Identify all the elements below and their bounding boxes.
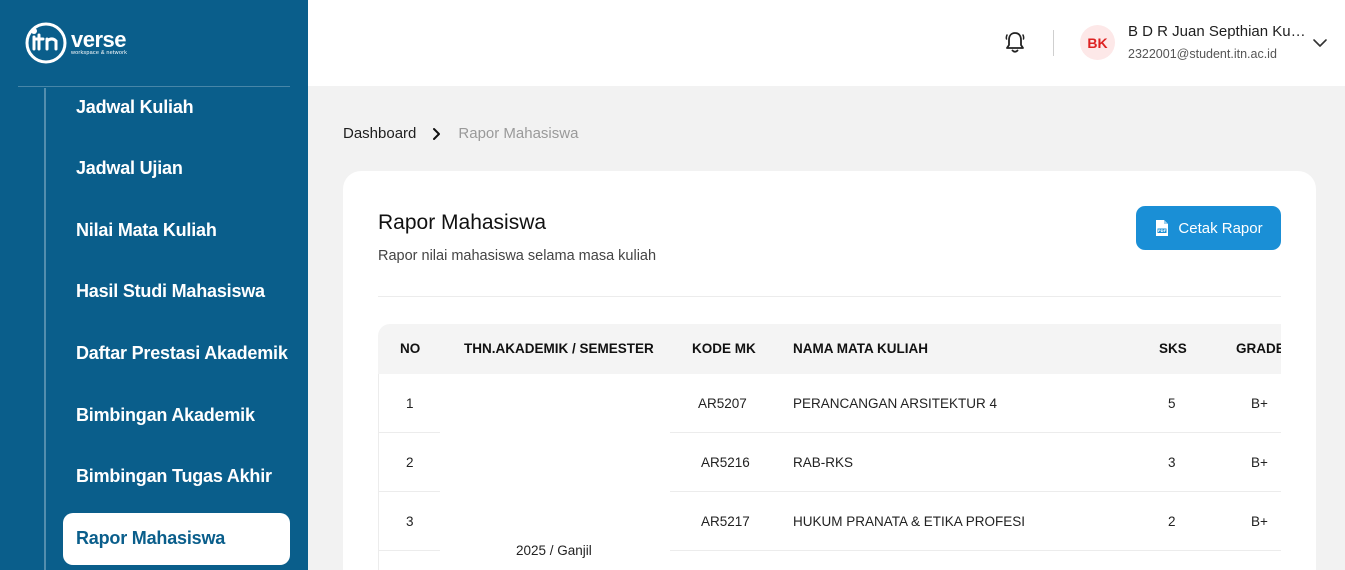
- sidebar-item-hasil-studi[interactable]: Hasil Studi Mahasiswa: [76, 281, 265, 302]
- cell-no: 1: [406, 396, 414, 411]
- cell-sks: 5: [1168, 396, 1176, 411]
- sidebar-rail: [44, 88, 46, 570]
- sidebar-item-nilai-mata-kuliah[interactable]: Nilai Mata Kuliah: [76, 220, 217, 241]
- brand-logo[interactable]: verse workspace & network: [25, 22, 127, 64]
- col-header-semester: THN.AKADEMIK / SEMESTER: [464, 341, 654, 356]
- itn-logo-icon: [25, 22, 67, 64]
- cell-nama: PERANCANGAN ARSITEKTUR 4: [793, 396, 998, 411]
- card-divider: [378, 296, 1281, 297]
- col-header-kode: KODE MK: [692, 341, 756, 356]
- cell-kode: AR5217: [701, 514, 750, 529]
- page-subtitle: Rapor nilai mahasiswa selama masa kuliah: [378, 248, 657, 264]
- top-header: BK B D R Juan Septhian Kur... 2322001@st…: [308, 0, 1345, 86]
- table-header: NO THN.AKADEMIK / SEMESTER KODE MK NAMA …: [378, 324, 1281, 374]
- cell-no: 3: [406, 514, 414, 529]
- col-header-sks: SKS: [1159, 341, 1187, 356]
- cell-semester: 2025 / Ganjil: [516, 543, 592, 558]
- cetak-rapor-button[interactable]: PDF Cetak Rapor: [1136, 206, 1281, 250]
- cell-nama: HUKUM PRANATA & ETIKA PROFESI: [793, 514, 1026, 529]
- col-header-grade: GRADE: [1236, 341, 1281, 356]
- sidebar: verse workspace & network Jadwal Kuliah …: [0, 0, 308, 570]
- header-separator: [1053, 30, 1054, 56]
- pdf-icon: PDF: [1156, 220, 1169, 236]
- cell-grade: B+: [1251, 514, 1268, 529]
- bell-icon[interactable]: [1004, 30, 1026, 59]
- user-name[interactable]: B D R Juan Septhian Kur...: [1128, 23, 1306, 40]
- rapor-card: Rapor Mahasiswa Rapor nilai mahasiswa se…: [343, 171, 1316, 570]
- cell-nama: RAB-RKS: [793, 455, 854, 470]
- breadcrumb: Dashboard Rapor Mahasiswa: [343, 125, 578, 142]
- sidebar-item-daftar-prestasi[interactable]: Daftar Prestasi Akademik: [76, 343, 288, 364]
- cetak-rapor-label: Cetak Rapor: [1178, 219, 1263, 237]
- col-header-no: NO: [400, 341, 421, 356]
- sidebar-item-jadwal-ujian[interactable]: Jadwal Ujian: [76, 158, 183, 179]
- cell-grade: B+: [1251, 396, 1268, 411]
- breadcrumb-home[interactable]: Dashboard: [343, 125, 416, 142]
- col-header-nama: NAMA MATA KULIAH: [793, 341, 928, 356]
- cell-kode: AR5207: [698, 396, 747, 411]
- cell-sks: 2: [1168, 514, 1176, 529]
- chevron-down-icon[interactable]: [1312, 36, 1328, 55]
- user-email: 2322001@student.itn.ac.id: [1128, 47, 1277, 61]
- sidebar-item-bimbingan-akademik[interactable]: Bimbingan Akademik: [76, 405, 255, 426]
- sidebar-item-jadwal-kuliah[interactable]: Jadwal Kuliah: [76, 97, 194, 118]
- cell-kode: AR5216: [701, 455, 750, 470]
- rapor-table: NO THN.AKADEMIK / SEMESTER KODE MK NAMA …: [378, 324, 1281, 570]
- sidebar-item-rapor-mahasiswa[interactable]: Rapor Mahasiswa: [76, 528, 225, 549]
- breadcrumb-current: Rapor Mahasiswa: [458, 125, 579, 142]
- page-title: Rapor Mahasiswa: [378, 211, 547, 234]
- sidebar-divider: [18, 86, 290, 87]
- cell-sks: 3: [1168, 455, 1176, 470]
- avatar[interactable]: BK: [1080, 25, 1115, 60]
- chevron-right-icon: [432, 127, 442, 141]
- sidebar-item-bimbingan-tugas-akhir[interactable]: Bimbingan Tugas Akhir: [76, 466, 272, 487]
- brand-name: verse: [71, 26, 127, 52]
- cell-grade: B+: [1251, 455, 1268, 470]
- cell-no: 2: [406, 455, 414, 470]
- brand-tagline: workspace & network: [71, 49, 128, 56]
- table-border-left: [378, 374, 379, 570]
- svg-text:PDF: PDF: [1158, 229, 1167, 233]
